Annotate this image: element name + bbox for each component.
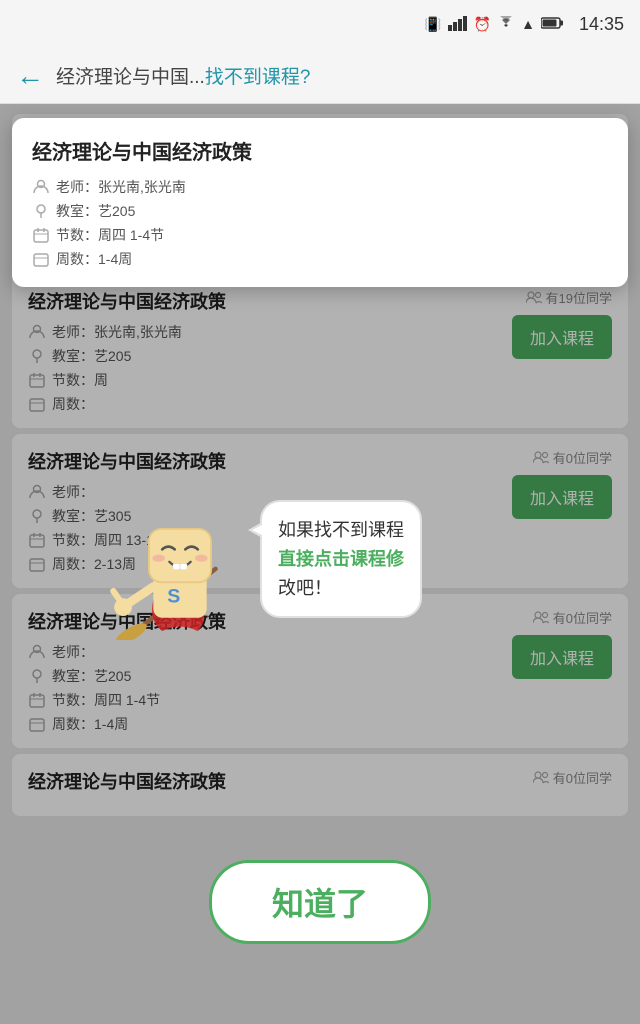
popup-classroom-row: 教室：艺205 — [32, 201, 608, 221]
popup-sessions-row: 节数：周四 1-4节 — [32, 225, 608, 245]
nav-bar: ← 经济理论与中国...找不到课程? — [0, 48, 640, 104]
popup-location-icon — [32, 202, 50, 220]
signal-icon: ▲ — [521, 16, 535, 32]
back-button[interactable]: ← — [16, 60, 44, 92]
wifi-icon — [497, 16, 515, 33]
speech-bubble: 如果找不到课程 直接点击课程修 改吧！ — [260, 500, 422, 618]
popup-card: 经济理论与中国经济政策 老师：张光南,张光南 教室：艺205 节数：周四 1-4… — [12, 118, 628, 287]
popup-course-title: 经济理论与中国经济政策 — [32, 136, 608, 165]
mascot-character: S — [100, 480, 260, 640]
signal-bars-icon — [448, 15, 468, 34]
popup-weeks-row: 周数：1-4周 — [32, 249, 608, 269]
status-bar: 📳 ⏰ ▲ 14:35 — [0, 0, 640, 48]
status-icons: 📳 ⏰ ▲ — [424, 15, 563, 34]
popup-course-meta: 老师：张光南,张光南 教室：艺205 节数：周四 1-4节 周数：1-4周 — [32, 177, 608, 269]
popup-wrapper: 经济理论与中国经济政策 老师：张光南,张光南 教室：艺205 节数：周四 1-4… — [0, 110, 640, 295]
popup-calendar-icon — [32, 226, 50, 244]
popup-teacher-icon — [32, 178, 50, 196]
vibrate-icon: 📳 — [424, 16, 441, 33]
status-time: 14:35 — [579, 14, 624, 35]
popup-teacher-row: 老师：张光南,张光南 — [32, 177, 608, 197]
mascot-overlay: S 如果找不到课程 直接点击课程修 改吧！ — [100, 480, 422, 640]
popup-weeks-icon — [32, 250, 50, 268]
know-button[interactable]: 知道了 — [209, 860, 431, 944]
battery-icon — [541, 16, 563, 32]
speech-highlight: 直接点击课程修 — [278, 549, 404, 569]
page-title: 经济理论与中国...找不到课程? — [56, 62, 624, 89]
know-btn-container: 知道了 — [209, 860, 431, 944]
alarm-icon: ⏰ — [474, 16, 491, 33]
svg-text:S: S — [167, 586, 180, 608]
